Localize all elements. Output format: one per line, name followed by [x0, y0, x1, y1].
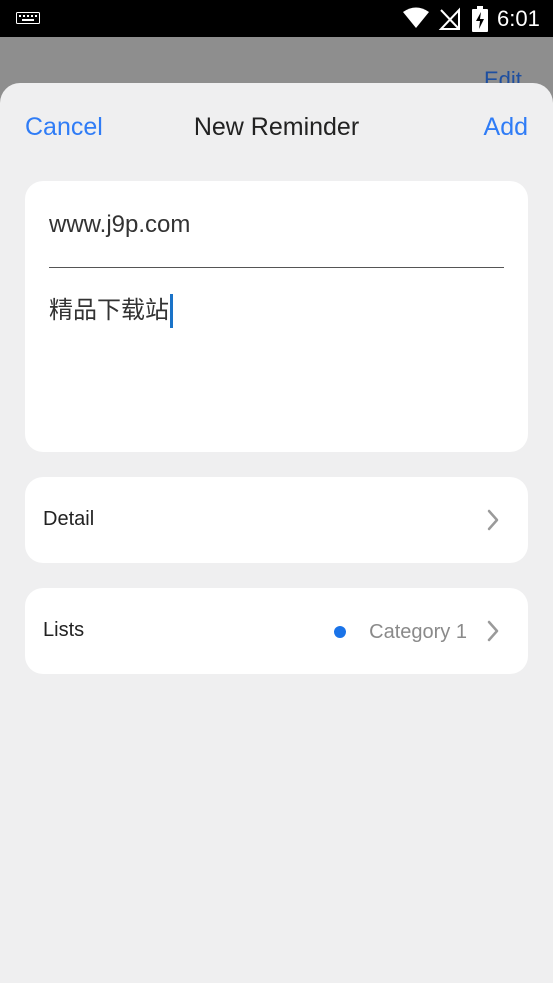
title-input[interactable]: www.j9p.com	[49, 211, 504, 239]
chevron-right-icon	[487, 620, 499, 642]
detail-row[interactable]: Detail	[25, 477, 528, 563]
new-reminder-sheet: Cancel New Reminder Add www.j9p.com 精品下载…	[0, 83, 553, 983]
field-divider	[49, 267, 504, 268]
notes-input-text: 精品下载站	[49, 297, 169, 324]
sheet-nav-bar: Cancel New Reminder Add	[0, 83, 553, 173]
wifi-icon	[403, 7, 429, 28]
reminder-entry-card: www.j9p.com 精品下载站	[25, 181, 528, 452]
sheet-title: New Reminder	[193, 113, 360, 141]
chevron-right-icon	[487, 509, 499, 531]
lists-label: Lists	[43, 619, 85, 641]
lists-row[interactable]: Lists Category 1	[25, 588, 528, 674]
text-caret	[170, 294, 173, 328]
status-clock: 6:01	[497, 6, 540, 31]
status-bar: 6:01	[0, 0, 553, 37]
add-button[interactable]: Add	[484, 113, 528, 142]
list-value: Category 1	[369, 621, 467, 643]
notes-input[interactable]: 精品下载站	[49, 293, 173, 329]
keyboard-icon	[16, 12, 40, 24]
detail-label: Detail	[43, 508, 95, 530]
list-color-dot	[334, 626, 346, 638]
battery-charging-icon	[472, 6, 488, 32]
no-signal-icon	[438, 7, 460, 30]
